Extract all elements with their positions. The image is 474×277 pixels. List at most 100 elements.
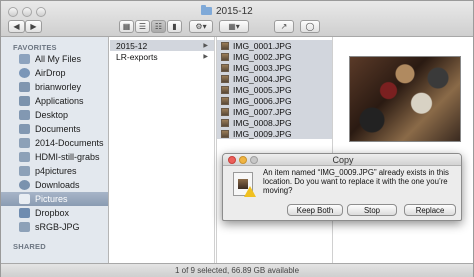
file-row-label: IMG_0008.JPG <box>233 117 292 128</box>
window-title: 2015-12 <box>201 5 281 17</box>
column-view-button[interactable]: ☷ <box>151 20 166 33</box>
file-row[interactable]: IMG_0009.JPG <box>217 128 332 139</box>
downloads-icon <box>19 180 30 190</box>
chevron-right-icon: ▶ <box>30 22 37 31</box>
keep-both-button[interactable]: Keep Both <box>287 204 343 216</box>
sidebar-item-pictures[interactable]: Pictures <box>1 192 108 206</box>
sidebar-item-dropbox[interactable]: Dropbox <box>1 206 108 220</box>
status-bar: 1 of 9 selected, 66.89 GB available <box>1 263 473 277</box>
file-row-label: IMG_0002.JPG <box>233 51 292 62</box>
sidebar-item-airdrop[interactable]: AirDrop <box>1 66 108 80</box>
file-row[interactable]: IMG_0008.JPG <box>217 117 332 128</box>
dialog-message: An item named “IMG_0009.JPG” already exi… <box>263 168 449 195</box>
arrange-icon: ▦▾ <box>228 22 240 31</box>
pictures-icon <box>19 194 30 204</box>
folder-icon <box>19 166 30 176</box>
sidebar-item-label: HDMI-still-grabs <box>35 152 100 162</box>
shared-heading: SHARED <box>13 242 46 251</box>
file-row-label: IMG_0009.JPG <box>233 128 292 139</box>
list-view-icon: ☰ <box>138 22 147 31</box>
file-row[interactable]: IMG_0005.JPG <box>217 84 332 95</box>
jpeg-thumbnail-icon <box>221 129 229 138</box>
folder-icon <box>201 5 212 15</box>
minimize-window-button[interactable] <box>22 7 32 17</box>
window-title-label: 2015-12 <box>216 5 253 17</box>
icon-view-icon: ▦ <box>122 22 131 31</box>
sidebar-item-label: All My Files <box>35 54 82 64</box>
dialog-title: Copy <box>223 154 461 166</box>
tag-button[interactable]: ◯ <box>300 20 320 33</box>
dialog-close-button[interactable] <box>228 156 236 164</box>
sidebar-item-label: 2014-Documents <box>35 138 104 148</box>
share-button[interactable]: ↗ <box>274 20 294 33</box>
sidebar-item-label: Pictures <box>35 194 68 204</box>
all-files-icon <box>19 54 30 64</box>
file-row-label: IMG_0007.JPG <box>233 106 292 117</box>
jpeg-thumbnail-icon <box>221 85 229 94</box>
jpeg-thumbnail-icon <box>221 41 229 50</box>
file-column: IMG_0001.JPG IMG_0002.JPG IMG_0003.JPG I… <box>216 37 333 263</box>
share-icon: ↗ <box>280 22 288 31</box>
replace-button[interactable]: Replace <box>404 204 456 216</box>
file-row[interactable]: IMG_0003.JPG <box>217 62 332 73</box>
sidebar-item-applications[interactable]: Applications <box>1 94 108 108</box>
sidebar-item-desktop[interactable]: Desktop <box>1 108 108 122</box>
sidebar-item-hdmi-still-grabs[interactable]: HDMI-still-grabs <box>1 150 108 164</box>
applications-icon <box>19 96 30 106</box>
dialog-minimize-button[interactable] <box>239 156 247 164</box>
back-button[interactable]: ◀ <box>8 20 25 33</box>
disclosure-arrow-icon: ▶ <box>203 54 208 60</box>
file-row[interactable]: IMG_0004.JPG <box>217 73 332 84</box>
sidebar-item-documents[interactable]: Documents <box>1 122 108 136</box>
list-view-button[interactable]: ☰ <box>135 20 150 33</box>
warning-icon <box>244 186 256 197</box>
folder-icon <box>19 138 30 148</box>
jpeg-thumbnail-icon <box>221 96 229 105</box>
sidebar-item-2014-documents[interactable]: 2014-Documents <box>1 136 108 150</box>
stop-button[interactable]: Stop <box>347 204 397 216</box>
file-row[interactable]: IMG_0002.JPG <box>217 51 332 62</box>
file-row[interactable]: IMG_0001.JPG <box>217 40 332 51</box>
jpeg-thumbnail-icon <box>221 74 229 83</box>
dropbox-icon <box>19 208 30 218</box>
cover-flow-icon: ▮ <box>172 22 177 31</box>
action-menu-button[interactable]: ⚙▾ <box>189 20 213 33</box>
home-icon <box>19 82 30 92</box>
file-row-label: IMG_0006.JPG <box>233 95 292 106</box>
dialog-zoom-button[interactable] <box>250 156 258 164</box>
file-row[interactable]: IMG_0006.JPG <box>217 95 332 106</box>
sidebar-item-label: Downloads <box>35 180 80 190</box>
tag-icon: ◯ <box>305 22 315 31</box>
airdrop-icon <box>19 68 30 78</box>
folder-row-2015-12[interactable]: 2015-12 ▶ <box>110 40 214 51</box>
sidebar-item-srgb-jpg[interactable]: sRGB-JPG <box>1 220 108 234</box>
sidebar-item-all-my-files[interactable]: All My Files <box>1 52 108 66</box>
disclosure-arrow-icon: ▶ <box>203 43 208 49</box>
zoom-window-button[interactable] <box>36 7 46 17</box>
sidebar-item-label: sRGB-JPG <box>35 222 80 232</box>
file-row[interactable]: IMG_0007.JPG <box>217 106 332 117</box>
finder-window: 2015-12 ◀ ▶ ▦ ☰ ☷ ▮ ⚙▾ ▦▾ ↗ ◯ FAVORITES … <box>0 0 474 277</box>
sidebar-item-label: Dropbox <box>35 208 70 218</box>
file-row-label: IMG_0004.JPG <box>233 73 292 84</box>
sidebar-item-p4pictures[interactable]: p4pictures <box>1 164 108 178</box>
jpeg-thumbnail-icon <box>221 118 229 127</box>
sidebar-item-downloads[interactable]: Downloads <box>1 178 108 192</box>
sidebar-item-label: AirDrop <box>35 68 66 78</box>
file-row-label: IMG_0001.JPG <box>233 40 292 51</box>
folder-column: 2015-12 ▶ LR-exports ▶ <box>110 37 215 263</box>
icon-view-button[interactable]: ▦ <box>119 20 134 33</box>
sidebar-item-label: Desktop <box>35 110 69 120</box>
forward-button[interactable]: ▶ <box>25 20 42 33</box>
desktop-icon <box>19 110 30 120</box>
folder-icon <box>19 152 30 162</box>
jpeg-thumbnail-icon <box>221 63 229 72</box>
arrange-menu-button[interactable]: ▦▾ <box>219 20 249 33</box>
sidebar-item-label: brianworley <box>35 82 82 92</box>
close-window-button[interactable] <box>8 7 18 17</box>
chevron-left-icon: ◀ <box>13 22 20 31</box>
sidebar-item-brianworley[interactable]: brianworley <box>1 80 108 94</box>
jpeg-thumbnail-icon <box>221 107 229 116</box>
cover-flow-button[interactable]: ▮ <box>167 20 182 33</box>
folder-row-lr-exports[interactable]: LR-exports ▶ <box>110 51 214 62</box>
